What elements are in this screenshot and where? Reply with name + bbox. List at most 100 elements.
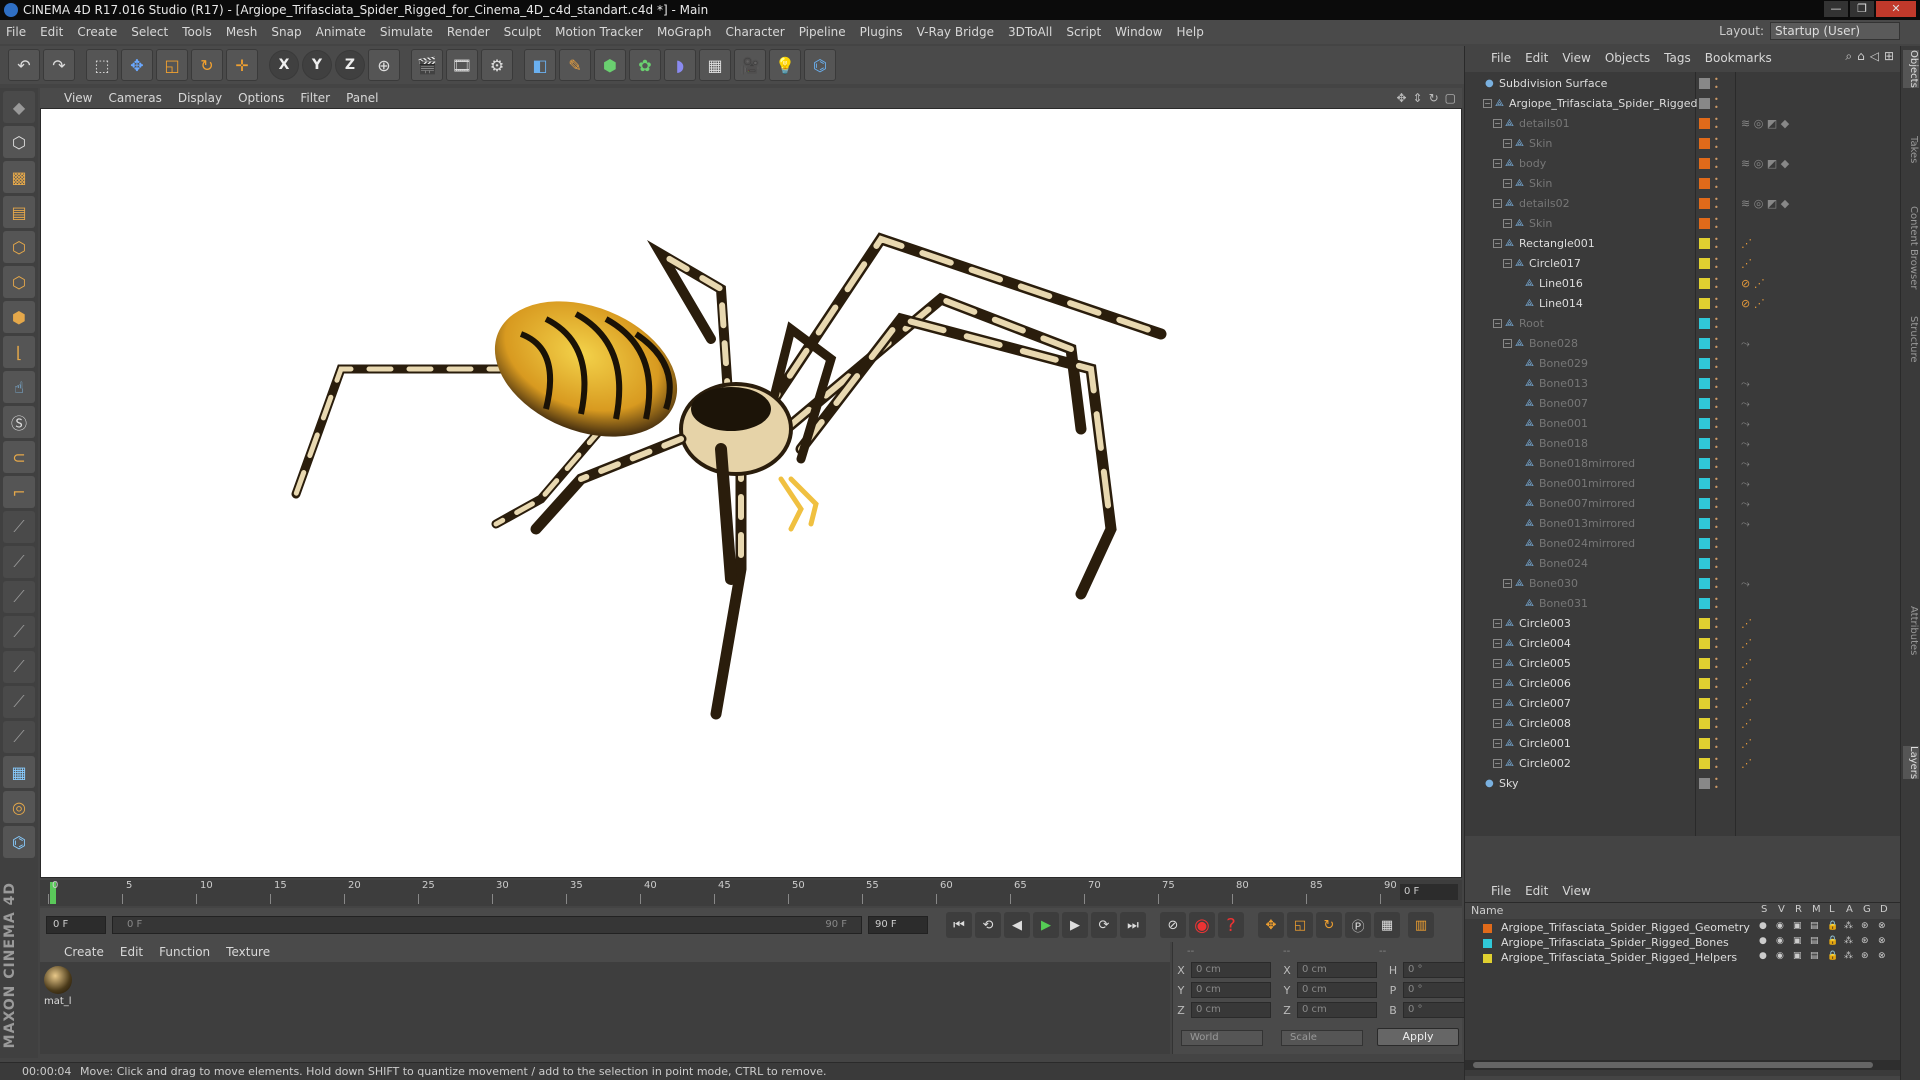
object-tree-row[interactable]: ⟁ Bone013mirrored • • ⤳ [1465,514,1901,534]
object-tags[interactable]: ⋰ [1741,257,1752,270]
object-tree-row[interactable]: ● Sky • • [1465,774,1901,794]
layer-color-chip[interactable] [1699,718,1710,729]
visibility-dots-icon[interactable]: • • [1714,396,1719,412]
visibility-dots-icon[interactable]: • • [1714,776,1719,792]
object-tags[interactable]: ⤳ [1741,377,1750,391]
apply-button[interactable]: Apply [1377,1028,1459,1046]
x-axis-icon[interactable]: X [269,50,299,80]
object-tags[interactable]: ≋ ◎ ◩ ◆ [1741,117,1789,130]
object-tree-row[interactable]: − ⟁ body • • ≋ ◎ ◩ ◆ [1465,154,1901,174]
layer-color-chip[interactable] [1699,518,1710,529]
layer-color-chip[interactable] [1699,498,1710,509]
menu-plugins[interactable]: Plugins [860,25,903,39]
layer-color-chip[interactable] [1699,578,1710,589]
object-tree-row[interactable]: ⟁ Bone007mirrored • • ⤳ [1465,494,1901,514]
layer-color-chip[interactable] [1699,318,1710,329]
visibility-dots-icon[interactable]: • • [1714,136,1719,152]
menu-help[interactable]: Help [1176,25,1203,39]
layer-row[interactable]: Argiope_Trifasciata_Spider_Rigged_Bones ●… [1465,936,1901,950]
animation-icon[interactable]: ⁂ [1844,951,1853,961]
object-manager-menu-bookmarks[interactable]: Bookmarks [1705,51,1772,65]
visibility-dots-icon[interactable]: • • [1714,176,1719,192]
layer-color-chip[interactable] [1699,638,1710,649]
subdivision-icon[interactable]: ⬢ [594,49,626,81]
current-frame-field[interactable]: 0 F [1400,884,1458,900]
object-tree-row[interactable]: ● Subdivision Surface • • [1465,74,1901,94]
object-tags[interactable]: ⤳ [1741,457,1750,471]
visibility-dots-icon[interactable]: • • [1714,716,1719,732]
layer-color-chip[interactable] [1699,378,1710,389]
viewport-menu-display[interactable]: Display [178,91,222,105]
object-tree-row[interactable]: − ⟁ Circle005 • • ⋰ [1465,654,1901,674]
layer-row[interactable]: Argiope_Trifasciata_Spider_Rigged_Helper… [1465,951,1901,965]
bind-tool-icon[interactable]: ⟋ [3,581,35,613]
menu-file[interactable]: File [6,25,26,39]
timeline-ruler[interactable]: 0 F 0 5 10 15 20 25 30 35 40 45 50 55 60 65 70 75 80 85 90 [40,880,1462,906]
visibility-dots-icon[interactable]: • • [1714,736,1719,752]
floor-icon[interactable]: ▦ [699,49,731,81]
align-tool-icon[interactable]: ⟋ [3,721,35,753]
layer-color-swatch[interactable] [1483,954,1492,963]
edit-render-settings-icon[interactable]: ⚙ [481,49,513,81]
side-tab-objects[interactable]: Objects [1903,50,1919,88]
expand-toggle-icon[interactable]: − [1503,259,1512,268]
expand-toggle-icon[interactable]: − [1493,239,1502,248]
object-tree-row[interactable]: ⟁ Bone007 • • ⤳ [1465,394,1901,414]
world-coords-icon[interactable]: ⊕ [368,49,400,81]
object-tree-row[interactable]: ⟁ Bone001 • • ⤳ [1465,414,1901,434]
material-thumbnail[interactable] [44,966,72,994]
visible-editor-icon[interactable]: ◉ [1776,936,1784,946]
visibility-dots-icon[interactable]: • • [1714,96,1719,112]
layer-color-chip[interactable] [1699,738,1710,749]
visibility-dots-icon[interactable]: • • [1714,236,1719,252]
expand-toggle-icon[interactable]: − [1483,99,1492,108]
object-tags[interactable]: ⋰ [1741,657,1752,670]
object-tags[interactable]: ≋ ◎ ◩ ◆ [1741,157,1789,170]
material-menu-function[interactable]: Function [159,945,210,959]
live-select-icon[interactable]: ⬚ [86,49,118,81]
visibility-dots-icon[interactable]: • • [1714,316,1719,332]
object-tree-row[interactable]: − ⟁ Bone028 • • ⤳ [1465,334,1901,354]
make-editable-icon[interactable]: ◆ [3,91,35,123]
visibility-dots-icon[interactable]: • • [1714,336,1719,352]
redo-icon[interactable]: ↷ [43,49,75,81]
expand-toggle-icon[interactable]: − [1493,159,1502,168]
object-tree-row[interactable]: − ⟁ Circle004 • • ⋰ [1465,634,1901,654]
object-tree-row[interactable]: − ⟁ details01 • • ≋ ◎ ◩ ◆ [1465,114,1901,134]
object-tags[interactable]: ⤳ [1741,517,1750,531]
coords-size-field[interactable]: 0 cm [1297,982,1377,998]
solo-icon[interactable]: ● [1759,921,1767,931]
key-scale-icon[interactable]: ◱ [1287,912,1313,938]
visibility-dots-icon[interactable]: • • [1714,496,1719,512]
horizontal-scrollbar[interactable] [1465,1060,1901,1070]
python-icon[interactable]: ⌬ [804,49,836,81]
menu-pipeline[interactable]: Pipeline [799,25,846,39]
object-tree-row[interactable]: − ⟁ Circle001 • • ⋰ [1465,734,1901,754]
lock-icon[interactable]: 🔒 [1827,921,1838,931]
visibility-dots-icon[interactable]: • • [1714,116,1719,132]
layer-row[interactable]: Argiope_Trifasciata_Spider_Rigged_Geomet… [1465,921,1901,935]
layer-color-chip[interactable] [1699,278,1710,289]
layer-column-r[interactable]: R [1795,904,1802,915]
home-icon[interactable]: ⌂ [1857,49,1865,64]
object-tags[interactable]: ⤳ [1741,437,1750,451]
layer-menu-edit[interactable]: Edit [1525,884,1548,898]
layer-column-l[interactable]: L [1829,904,1835,915]
visibility-dots-icon[interactable]: • • [1714,556,1719,572]
visibility-dots-icon[interactable]: • • [1714,216,1719,232]
undo-icon[interactable]: ↶ [8,49,40,81]
object-tags[interactable]: ⋰ [1741,717,1752,730]
object-manager-menu-objects[interactable]: Objects [1605,51,1650,65]
model-mode-icon[interactable]: ⬡ [3,126,35,158]
visibility-dots-icon[interactable]: • • [1714,596,1719,612]
camera-icon[interactable]: 🎥 [734,49,766,81]
layer-color-chip[interactable] [1699,778,1710,789]
visibility-dots-icon[interactable]: • • [1714,636,1719,652]
object-tree-row[interactable]: − ⟁ Argiope_Trifasciata_Spider_Rigged • • [1465,94,1901,114]
edges-mode-icon[interactable]: ⬡ [3,266,35,298]
autokeying-icon[interactable]: ? [1218,912,1244,938]
object-tags[interactable]: ⤳ [1741,417,1750,431]
layer-color-chip[interactable] [1699,618,1710,629]
expand-toggle-icon[interactable]: − [1493,659,1502,668]
layer-color-swatch[interactable] [1483,939,1492,948]
